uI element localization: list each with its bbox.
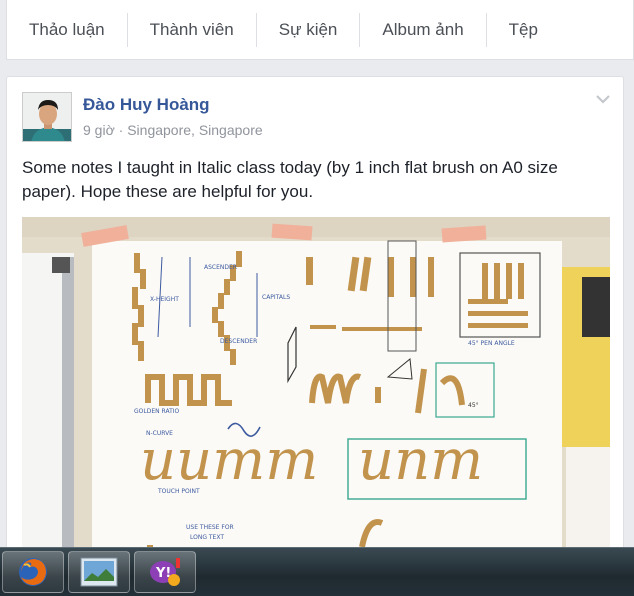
tab-discussion[interactable]: Thảo luận xyxy=(7,12,128,47)
label-45-deg: 45° xyxy=(468,402,479,409)
taskbar-messenger[interactable]: Y! xyxy=(134,551,196,593)
post-time[interactable]: 9 giờ xyxy=(83,122,115,138)
picture-viewer-icon xyxy=(80,557,118,587)
post-meta: 9 giờ · Singapore, Singapore xyxy=(83,122,263,138)
word-unm: unm xyxy=(358,428,483,493)
group-tabs-bar: Thảo luận Thành viên Sự kiện Album ảnh T… xyxy=(6,0,634,60)
post-card: Đào Huy Hoàng 9 giờ · Singapore, Singapo… xyxy=(6,76,624,567)
firefox-icon xyxy=(19,558,47,586)
label-descender: DESCENDER xyxy=(220,338,257,345)
taskbar-picture-viewer[interactable] xyxy=(68,551,130,593)
label-ascender: ASCENDER xyxy=(204,264,237,271)
word-uumm: uumm xyxy=(140,428,318,493)
taskbar: Y! xyxy=(0,547,634,596)
post-text: Some notes I taught in Italic class toda… xyxy=(22,158,558,201)
label-golden-ratio: GOLDEN RATIO xyxy=(134,408,180,415)
label-use-these: USE THESE FOR xyxy=(186,524,234,531)
messenger-icon: Y! xyxy=(150,558,180,586)
label-capitals: CAPITALS xyxy=(262,294,290,301)
meta-separator: · xyxy=(118,122,124,138)
label-x-height: X-HEIGHT xyxy=(150,296,179,303)
tab-members[interactable]: Thành viên xyxy=(128,12,257,47)
tab-events[interactable]: Sự kiện xyxy=(257,12,361,47)
post-location[interactable]: Singapore, Singapore xyxy=(127,122,262,138)
chevron-down-icon[interactable] xyxy=(595,93,611,105)
label-long-text: LONG TEXT xyxy=(190,534,224,541)
label-pen-angle: 45° PEN ANGLE xyxy=(468,340,515,347)
post-author[interactable]: Đào Huy Hoàng xyxy=(83,95,210,115)
post-photo[interactable]: ASCENDER X-HEIGHT DESCENDER CAPITALS 45°… xyxy=(22,217,610,567)
tab-files[interactable]: Tệp xyxy=(487,13,560,47)
avatar[interactable] xyxy=(22,92,72,142)
taskbar-firefox[interactable] xyxy=(2,551,64,593)
tab-photos[interactable]: Album ảnh xyxy=(360,12,487,47)
